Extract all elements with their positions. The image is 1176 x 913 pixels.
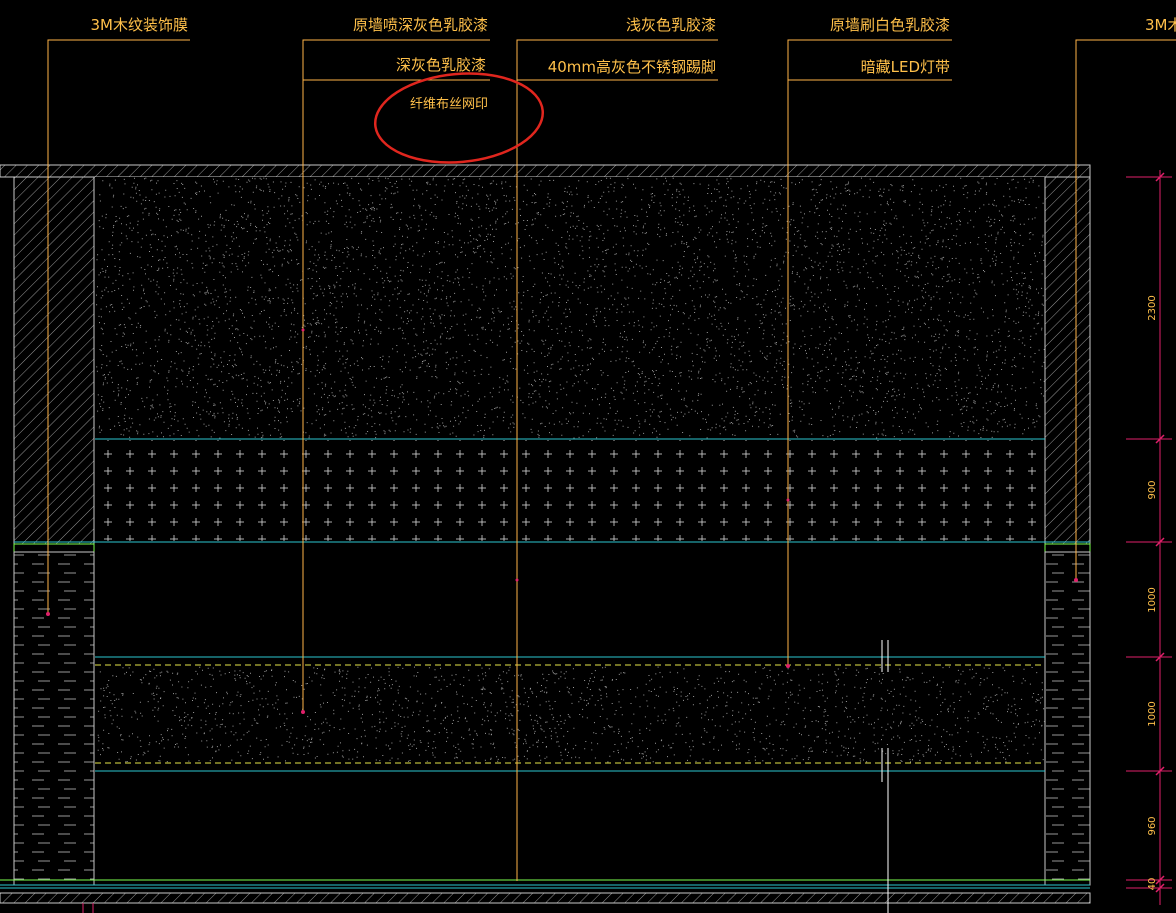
right-column xyxy=(1044,176,1091,886)
callout-dark-grey-paint: 深灰色乳胶漆 xyxy=(396,56,486,74)
callout-fiber-cloth: 纤维布丝网印 xyxy=(410,97,488,112)
middle-band xyxy=(95,640,1045,782)
fiber-cloth-band xyxy=(14,438,1090,543)
floor-baseboard xyxy=(0,782,1091,913)
callout-white-paint: 原墙刷白色乳胶漆 xyxy=(830,16,950,34)
callout-dark-grey-spray: 原墙喷深灰色乳胶漆 xyxy=(353,16,488,34)
callout-steel-baseboard: 40mm高灰色不锈钢踢脚 xyxy=(548,58,716,76)
top-slab xyxy=(0,164,1091,178)
dim-960: 960 xyxy=(1147,816,1158,835)
cad-elevation-drawing: 3M木纹装饰膜 原墙喷深灰色乳胶漆 深灰色乳胶漆 纤维布丝网印 浅灰色乳胶漆 4… xyxy=(0,16,1176,913)
dim-900: 900 xyxy=(1147,480,1158,499)
markup-circle xyxy=(373,72,545,164)
dim-1000-b: 1000 xyxy=(1147,701,1158,726)
callout-wood-film: 3M木纹装饰膜 xyxy=(91,16,189,34)
callout-led-strip: 暗藏LED灯带 xyxy=(861,58,950,76)
left-column xyxy=(0,176,95,886)
upper-wall-paint-area xyxy=(95,177,1045,439)
dim-40: 40 xyxy=(1147,878,1158,891)
callout-wood-film-right: 3M木 xyxy=(1145,16,1176,34)
speckle-texture xyxy=(97,666,1045,763)
dim-1000-a: 1000 xyxy=(1147,587,1158,612)
dimension-chain: 2300 900 1000 1000 960 40 xyxy=(1126,170,1172,905)
dim-2300: 2300 xyxy=(1147,295,1158,320)
callout-light-grey-paint: 浅灰色乳胶漆 xyxy=(626,16,716,34)
callout-labels: 3M木纹装饰膜 原墙喷深灰色乳胶漆 深灰色乳胶漆 纤维布丝网印 浅灰色乳胶漆 4… xyxy=(91,16,1176,112)
